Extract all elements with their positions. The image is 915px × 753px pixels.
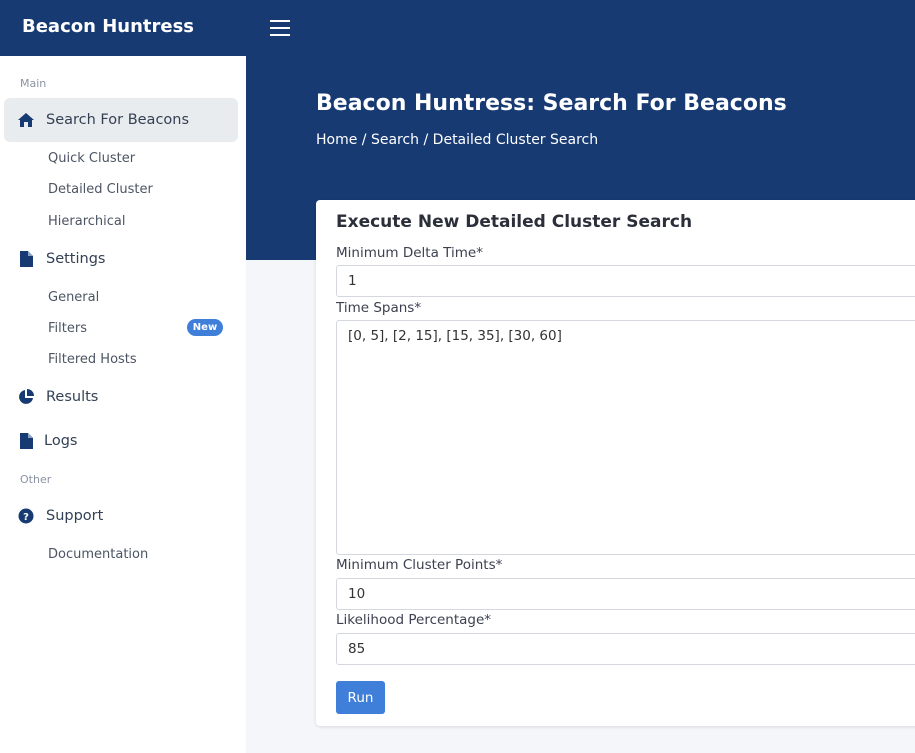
min-delta-time-input[interactable] [336,265,915,297]
card-title: Execute New Detailed Cluster Search [336,212,693,232]
top-navbar [246,0,915,56]
new-badge: New [187,319,223,336]
min-cluster-points-input[interactable] [336,578,915,610]
page-title: Beacon Huntress: Search For Beacons [316,91,787,116]
sidebar-item-filtered-hosts[interactable]: Filtered Hosts [48,352,137,367]
app-brand-label: Beacon Huntress [22,16,195,37]
svg-text:?: ? [23,512,29,523]
sidebar-item-detailed-cluster[interactable]: Detailed Cluster [48,182,153,197]
sidebar-item-label: Results [46,389,99,405]
question-circle-icon: ? [16,506,36,526]
sidebar-item-label: Logs [44,433,78,449]
file-icon [16,249,36,269]
pie-chart-icon [16,387,36,407]
sidebar-section-main: Main [20,77,47,90]
hamburger-menu-icon[interactable] [270,20,290,36]
sidebar-item-logs[interactable]: Logs [0,419,246,463]
file-icon [16,431,36,451]
time-spans-label: Time Spans* [336,300,422,316]
app-brand[interactable]: Beacon Huntress [0,0,246,56]
sidebar-item-documentation[interactable]: Documentation [48,547,148,562]
sidebar-item-quick-cluster[interactable]: Quick Cluster [48,151,135,166]
sidebar-item-label: Search For Beacons [46,112,190,128]
sidebar-item-label: Support [46,508,104,524]
sidebar-section-other: Other [20,473,52,486]
run-button[interactable]: Run [336,681,385,714]
likelihood-percentage-label: Likelihood Percentage* [336,612,492,628]
min-cluster-points-label: Minimum Cluster Points* [336,557,503,573]
sidebar-item-results[interactable]: Results [0,375,246,419]
sidebar-item-support[interactable]: ? Support [0,494,246,538]
breadcrumb[interactable]: Home / Search / Detailed Cluster Search [316,132,598,148]
sidebar-item-settings[interactable]: Settings [0,237,246,281]
sidebar: Main Search For Beacons Quick Cluster De… [0,56,246,753]
sidebar-item-filters[interactable]: Filters [48,321,87,336]
likelihood-percentage-input[interactable] [336,633,915,665]
time-spans-textarea[interactable]: [0, 5], [2, 15], [15, 35], [30, 60] [336,320,915,555]
home-icon [16,110,36,130]
sidebar-item-hierarchical[interactable]: Hierarchical [48,214,125,229]
min-delta-time-label: Minimum Delta Time* [336,245,483,261]
search-form-card: Execute New Detailed Cluster Search Mini… [316,200,915,726]
sidebar-item-label: Settings [46,251,106,267]
sidebar-item-general[interactable]: General [48,290,99,305]
sidebar-item-search-for-beacons[interactable]: Search For Beacons [4,98,238,142]
